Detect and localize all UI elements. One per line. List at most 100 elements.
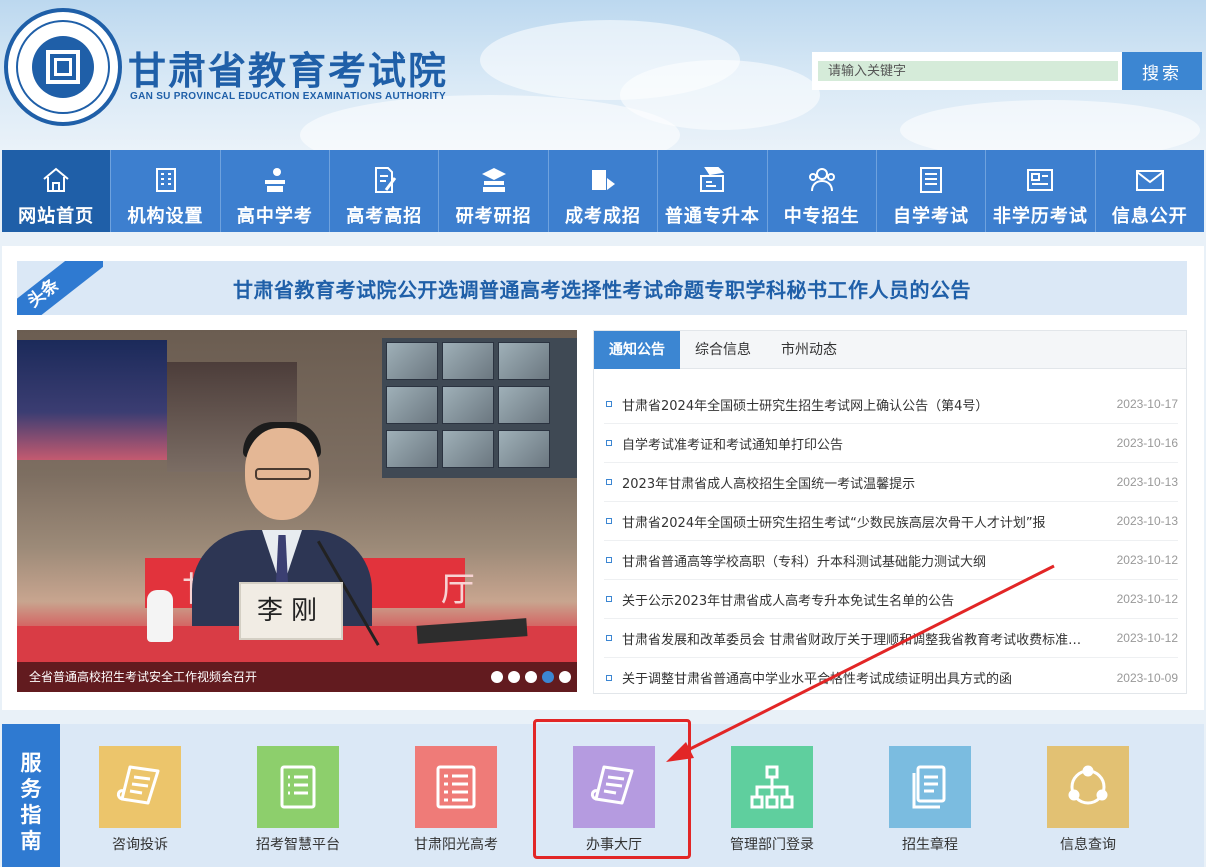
checklist-icon <box>280 765 316 809</box>
site-logo-seal[interactable] <box>4 8 122 126</box>
headline-link[interactable]: 甘肃省教育考试院公开选调普通高考选择性考试命题专职学科秘书工作人员的公告 <box>17 274 1187 303</box>
service-label: 招生章程 <box>902 837 958 853</box>
news-date: 2023-10-12 <box>1116 592 1178 606</box>
news-item[interactable]: 关于调整甘肃省普通高中学业水平合格性考试成绩证明出具方式的函 2023-10-09 <box>604 658 1178 697</box>
nav-item-upgrade[interactable]: 普通专升本 <box>658 150 768 232</box>
tab-general-info[interactable]: 综合信息 <box>680 331 766 369</box>
nav-item-adult-exam[interactable]: 成考成招 <box>549 150 659 232</box>
nav-item-postgrad[interactable]: 研考研招 <box>439 150 549 232</box>
news-date: 2023-10-13 <box>1116 514 1178 528</box>
graduation-cap-icon <box>700 167 725 192</box>
news-date: 2023-10-09 <box>1116 670 1178 685</box>
document-icon <box>912 765 946 809</box>
nav-item-organization[interactable]: 机构设置 <box>111 150 221 232</box>
bullet-icon <box>606 557 612 563</box>
building-icon <box>155 168 176 192</box>
highlight-box <box>533 719 691 859</box>
main-content: 头条 甘肃省教育考试院公开选调普通高考选择性考试命题专职学科秘书工作人员的公告 … <box>2 246 1204 710</box>
nav-label: 成考成招 <box>564 206 641 227</box>
news-list: 甘肃省2024年全国硕士研究生招生考试网上确认公告（第4号） 2023-10-17… <box>604 385 1178 697</box>
slider-dot[interactable] <box>559 671 571 683</box>
news-date: 2023-10-17 <box>1116 397 1178 411</box>
nav-label: 高中学考 <box>236 206 313 227</box>
news-panel: 通知公告 综合信息 市州动态 甘肃省2024年全国硕士研究生招生考试网上确认公告… <box>593 330 1187 694</box>
bullet-icon <box>606 635 612 641</box>
home-icon <box>43 167 69 192</box>
news-item[interactable]: 甘肃省2024年全国硕士研究生招生考试“少数民族高层次骨干人才计划”报 2023-… <box>604 502 1178 541</box>
service-admin-login[interactable]: 管理部门登录 <box>702 746 842 854</box>
nav-label: 中专招生 <box>783 206 860 227</box>
service-admission-rules[interactable]: 招生章程 <box>860 746 1000 854</box>
news-title[interactable]: 甘肃省2024年全国硕士研究生招生考试网上确认公告（第4号） <box>622 395 1108 414</box>
nav-item-non-degree[interactable]: 非学历考试 <box>986 150 1096 232</box>
service-label: 信息查询 <box>1060 837 1116 853</box>
service-smart-platform[interactable]: 招考智慧平台 <box>228 746 368 854</box>
nav-label: 自学考试 <box>893 206 970 227</box>
search-button[interactable]: 搜索 <box>1122 52 1202 90</box>
news-item[interactable]: 甘肃省普通高等学校高职（专科）升本科测试基础能力测试大纲 2023-10-12 <box>604 541 1178 580</box>
nav-label: 普通专升本 <box>664 206 760 227</box>
share-icon <box>1068 765 1108 805</box>
bullet-icon <box>606 479 612 485</box>
main-nav: 网站首页 机构设置 高中学考 高考高招 研考研招 成考成招 普通专升本 中专招生… <box>2 150 1204 232</box>
news-item[interactable]: 甘肃省2024年全国硕士研究生招生考试网上确认公告（第4号） 2023-10-17 <box>604 385 1178 424</box>
search-input[interactable] <box>818 61 1118 81</box>
news-title[interactable]: 2023年甘肃省成人高校招生全国统一考试温馨提示 <box>622 473 1108 492</box>
slider-dots <box>491 671 571 683</box>
site-title[interactable]: 甘肃省教育考试院 <box>128 40 448 95</box>
pencil-paper-icon <box>375 167 397 193</box>
nav-item-hs-exam[interactable]: 高中学考 <box>221 150 331 232</box>
service-guide-label: 服务指南 <box>2 724 60 867</box>
nav-label: 非学历考试 <box>992 206 1088 227</box>
news-title[interactable]: 关于公示2023年甘肃省成人高考专升本免试生名单的公告 <box>622 590 1108 609</box>
service-label: 招考智慧平台 <box>256 837 340 853</box>
slider-photo[interactable]: 甘肃 厅 李刚 全省普通高校招生考试安全工作视频会召开 <box>17 330 577 692</box>
scroll-icon <box>116 765 160 805</box>
tab-notices[interactable]: 通知公告 <box>594 331 680 369</box>
org-chart-icon <box>750 765 794 809</box>
news-item[interactable]: 自学考试准考证和考试通知单打印公告 2023-10-16 <box>604 424 1178 463</box>
site-subtitle: GAN SU PROVINCAL EDUCATION EXAMINATIONS … <box>130 91 447 102</box>
service-info-query[interactable]: 信息查询 <box>1018 746 1158 854</box>
slider-dot[interactable] <box>508 671 520 683</box>
bullet-icon <box>606 440 612 446</box>
nav-item-info-public[interactable]: 信息公开 <box>1096 150 1204 232</box>
books-stack-icon <box>481 168 506 192</box>
bullet-icon <box>606 674 612 681</box>
bullet-icon <box>606 401 612 407</box>
nav-label: 信息公开 <box>1111 206 1188 227</box>
service-sunshine-gaokao[interactable]: 甘肃阳光高考 <box>386 746 526 854</box>
news-date: 2023-10-12 <box>1116 553 1178 567</box>
nameplate: 李刚 <box>239 582 343 640</box>
book-pen-icon <box>591 170 615 190</box>
nav-item-self-study[interactable]: 自学考试 <box>877 150 987 232</box>
news-date: 2023-10-13 <box>1116 475 1178 489</box>
news-date: 2023-10-16 <box>1116 436 1178 450</box>
slider-dot-active[interactable] <box>542 671 554 683</box>
nav-item-secondary[interactable]: 中专招生 <box>768 150 877 232</box>
service-consult[interactable]: 咨询投诉 <box>70 746 210 854</box>
tab-city-news[interactable]: 市州动态 <box>766 331 852 369</box>
service-guide-title: 服务指南 <box>20 751 42 853</box>
news-title[interactable]: 甘肃省普通高等学校高职（专科）升本科测试基础能力测试大纲 <box>622 551 1108 570</box>
slider-dot[interactable] <box>525 671 537 683</box>
news-title[interactable]: 甘肃省2024年全国硕士研究生招生考试“少数民族高层次骨干人才计划”报 <box>622 512 1108 531</box>
nav-item-home[interactable]: 网站首页 <box>2 150 112 232</box>
nav-label: 机构设置 <box>127 206 204 227</box>
certificate-icon <box>1027 169 1054 191</box>
bullet-icon <box>606 596 612 602</box>
news-item[interactable]: 甘肃省发展和改革委员会 甘肃省财政厅关于理顺和调整我省教育考试收费标准的通知 20… <box>604 619 1178 658</box>
news-title[interactable]: 甘肃省发展和改革委员会 甘肃省财政厅关于理顺和调整我省教育考试收费标准的通知 <box>622 629 1108 648</box>
news-item[interactable]: 2023年甘肃省成人高校招生全国统一考试温馨提示 2023-10-13 <box>604 463 1178 502</box>
nav-item-gaokao[interactable]: 高考高招 <box>330 150 440 232</box>
nav-label: 高考高招 <box>346 206 423 227</box>
nav-label: 研考研招 <box>455 206 532 227</box>
news-item[interactable]: 关于公示2023年甘肃省成人高考专升本免试生名单的公告 2023-10-12 <box>604 580 1178 619</box>
service-label: 管理部门登录 <box>730 837 814 853</box>
slider-dot[interactable] <box>491 671 503 683</box>
site-header: 甘肃省教育考试院 GAN SU PROVINCAL EDUCATION EXAM… <box>0 0 1206 150</box>
nav-label: 网站首页 <box>18 206 95 227</box>
search-box <box>812 52 1122 90</box>
news-title[interactable]: 关于调整甘肃省普通高中学业水平合格性考试成绩证明出具方式的函 <box>622 668 1108 687</box>
news-title[interactable]: 自学考试准考证和考试通知单打印公告 <box>622 434 1108 453</box>
